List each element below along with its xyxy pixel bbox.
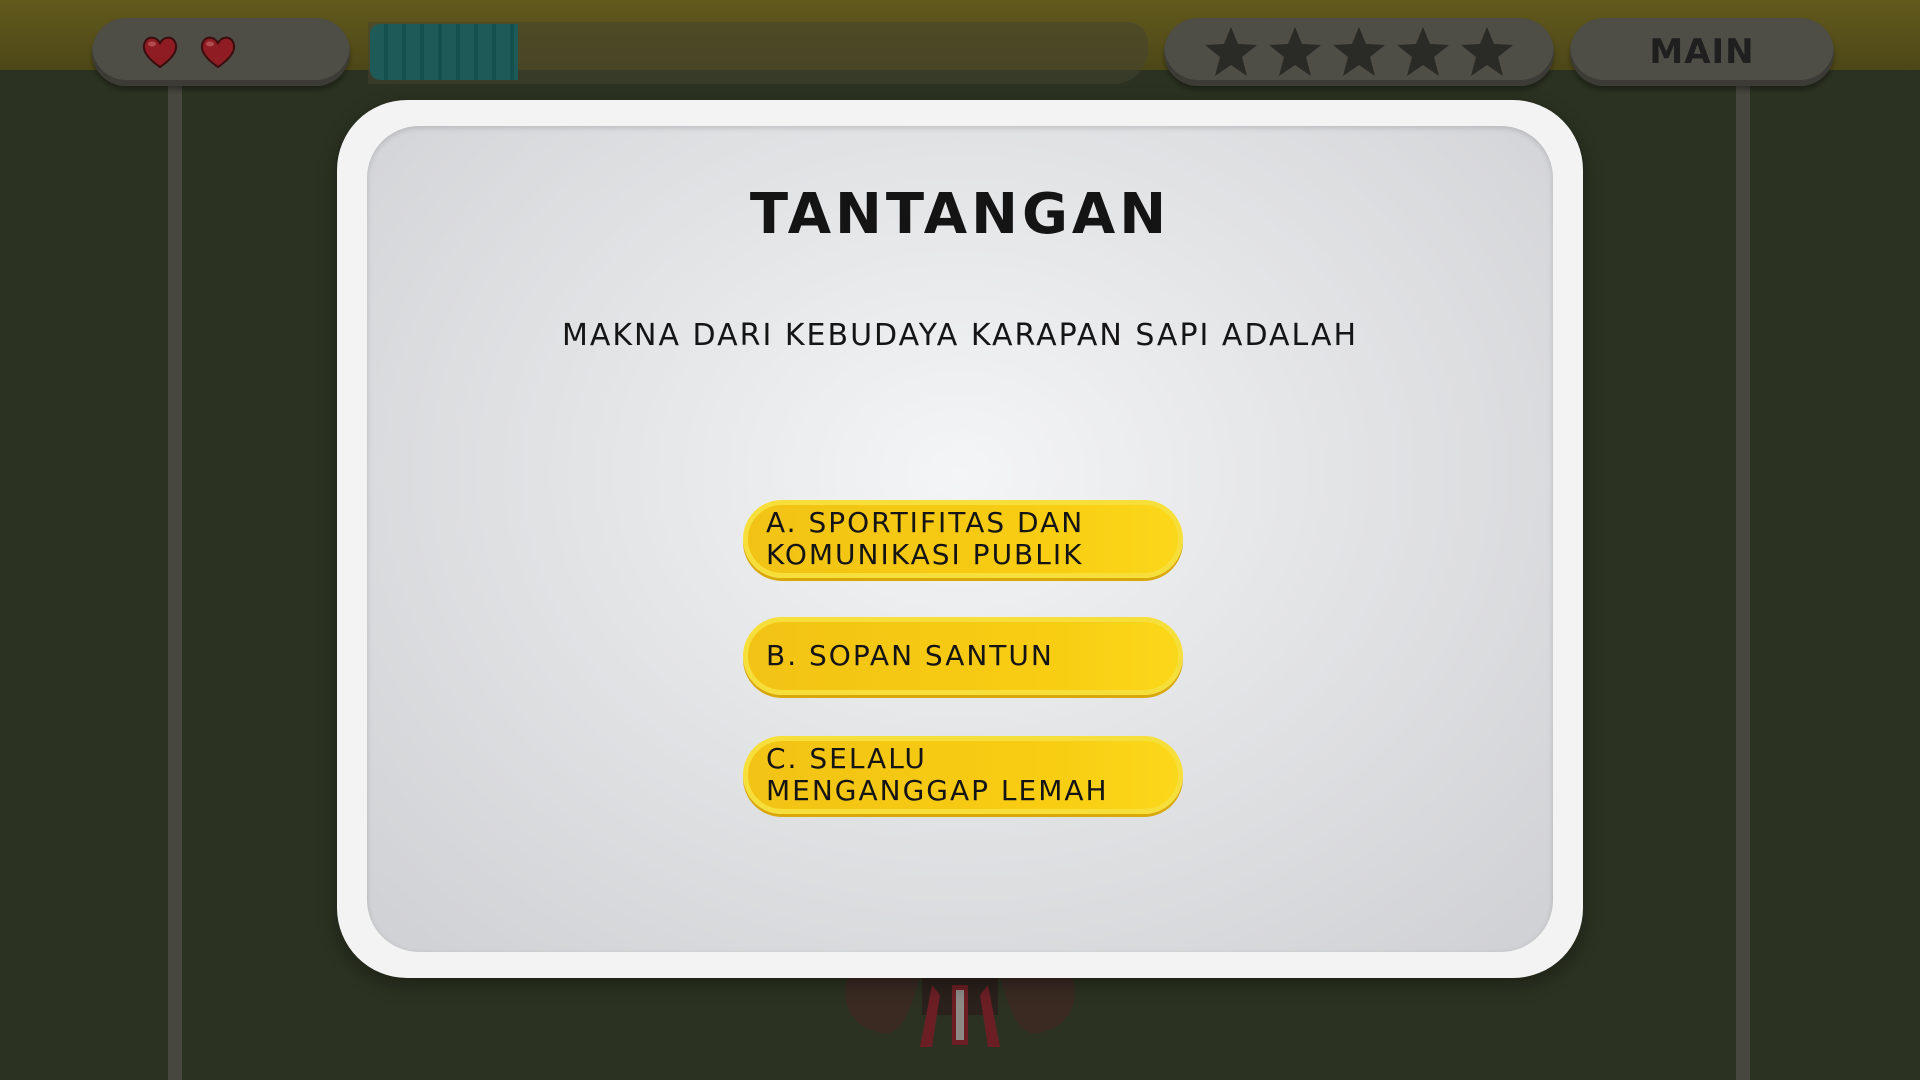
main-button-label: MAIN — [1649, 32, 1755, 72]
star-icon — [1205, 27, 1257, 76]
question-text: MAKNA DARI KEBUDAYA KARAPAN SAPI ADALAH — [561, 318, 1359, 353]
dialog-panel: TANTANGAN MAKNA DARI KEBUDAYA KARAPAN SA… — [367, 126, 1553, 952]
dialog-title: TANTANGAN — [749, 182, 1171, 247]
star-icon — [1333, 27, 1385, 76]
answer-a-label: A. SPORTIFITAS DAN KOMUNIKASI PUBLIK — [766, 506, 1085, 571]
lives-panel — [92, 18, 350, 86]
mascot-character — [845, 975, 1075, 1047]
main-button[interactable]: MAIN — [1570, 18, 1834, 86]
answer-c-button[interactable]: C. SELALU MENGANGGAP LEMAH — [743, 736, 1183, 814]
answer-b-label: B. SOPAN SANTUN — [766, 639, 1054, 672]
answer-b-button[interactable]: B. SOPAN SANTUN — [743, 617, 1183, 695]
star-icon — [1461, 27, 1513, 76]
answer-c-label: C. SELALU MENGANGGAP LEMAH — [766, 742, 1109, 807]
stars-panel — [1164, 18, 1554, 86]
challenge-dialog: TANTANGAN MAKNA DARI KEBUDAYA KARAPAN SA… — [337, 100, 1583, 978]
heart-icon — [142, 36, 178, 69]
timer-fill — [370, 24, 518, 80]
answer-a-button[interactable]: A. SPORTIFITAS DAN KOMUNIKASI PUBLIK — [743, 500, 1183, 578]
right-rail — [1736, 70, 1750, 1080]
star-icon — [1397, 27, 1449, 76]
heart-icon — [200, 36, 236, 69]
star-icon — [1269, 27, 1321, 76]
left-rail — [168, 70, 182, 1080]
